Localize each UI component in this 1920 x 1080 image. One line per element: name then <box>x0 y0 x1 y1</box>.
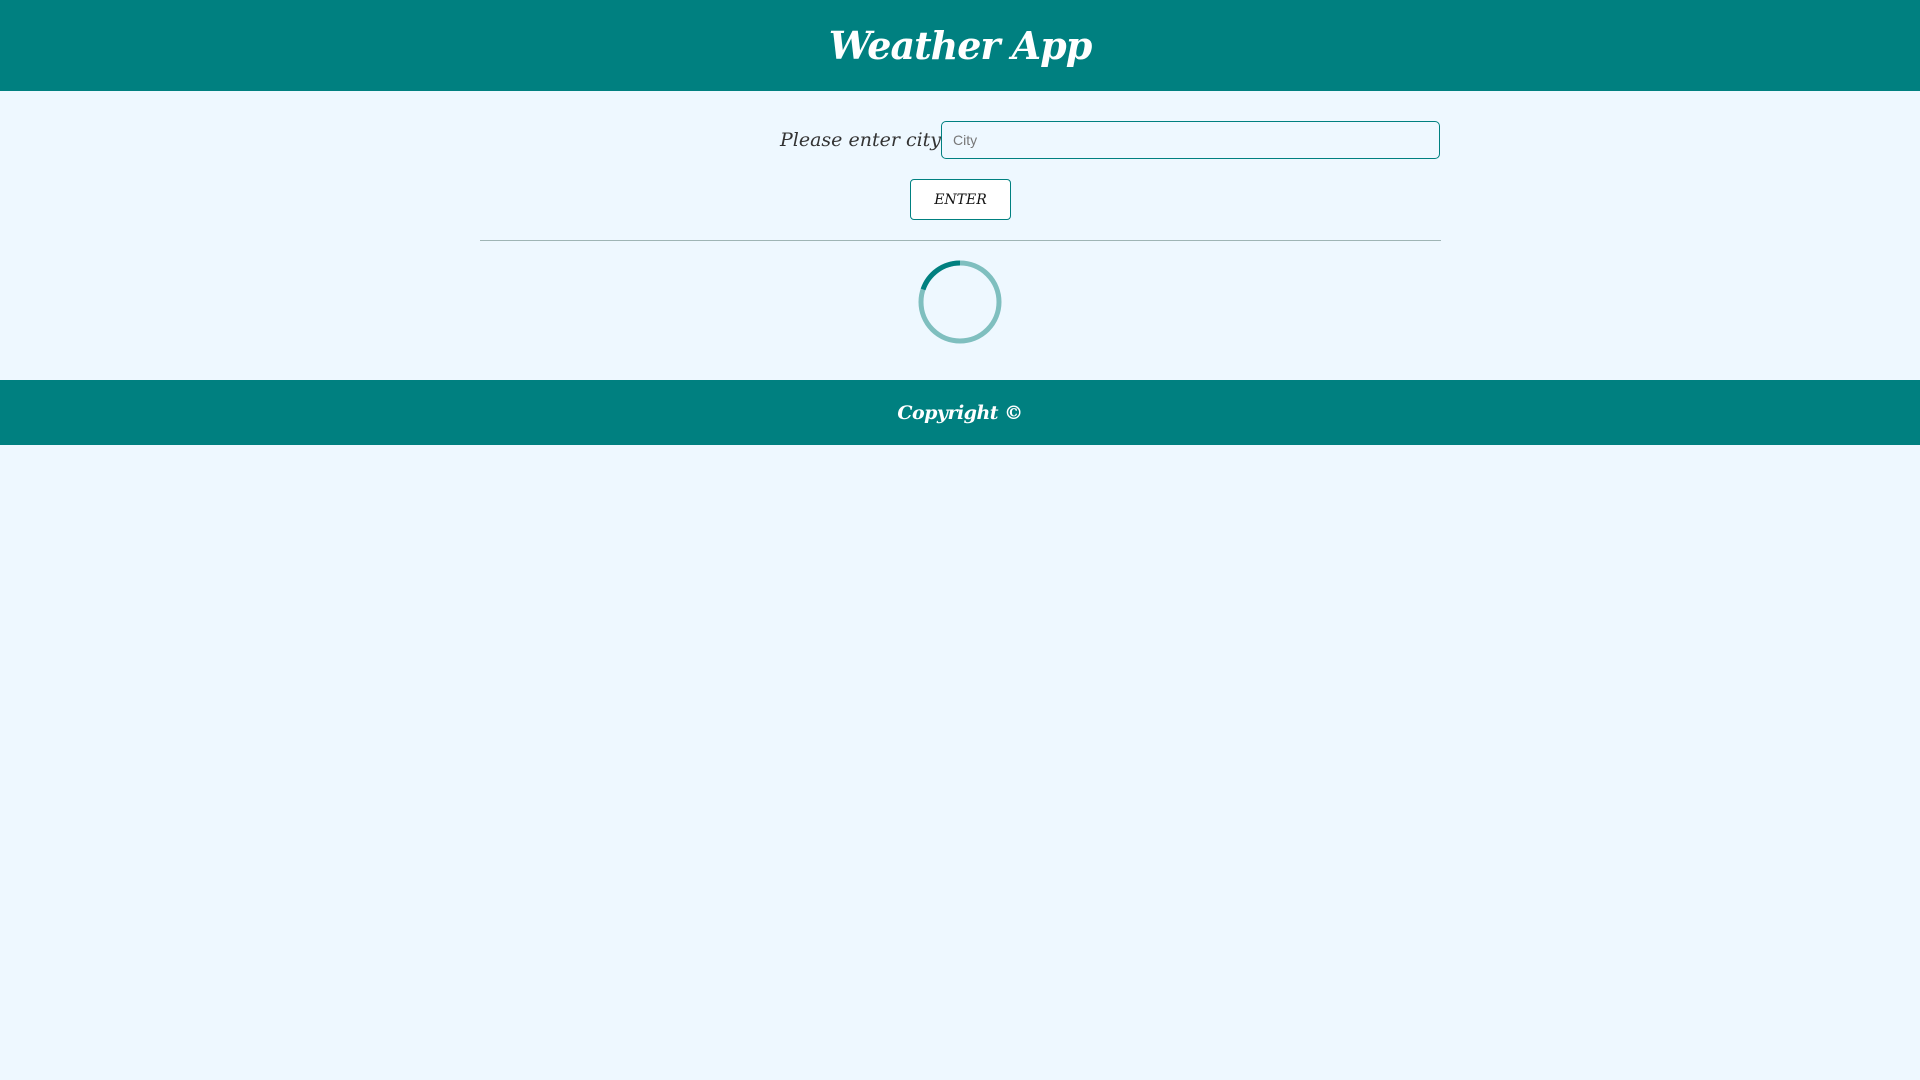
city-input[interactable] <box>941 121 1440 159</box>
app-header: Weather App <box>0 0 1920 91</box>
app-title: Weather App <box>828 23 1093 68</box>
enter-button[interactable]: ENTER <box>910 179 1011 220</box>
app-footer: Copyright © <box>0 380 1920 445</box>
copyright-text: Copyright © <box>897 401 1023 424</box>
loading-spinner-icon <box>918 260 1002 344</box>
spinner-arc <box>920 260 961 291</box>
city-label: Please enter city: <box>780 129 948 151</box>
main-content: Please enter city: ENTER <box>0 91 1920 380</box>
divider <box>480 240 1441 241</box>
